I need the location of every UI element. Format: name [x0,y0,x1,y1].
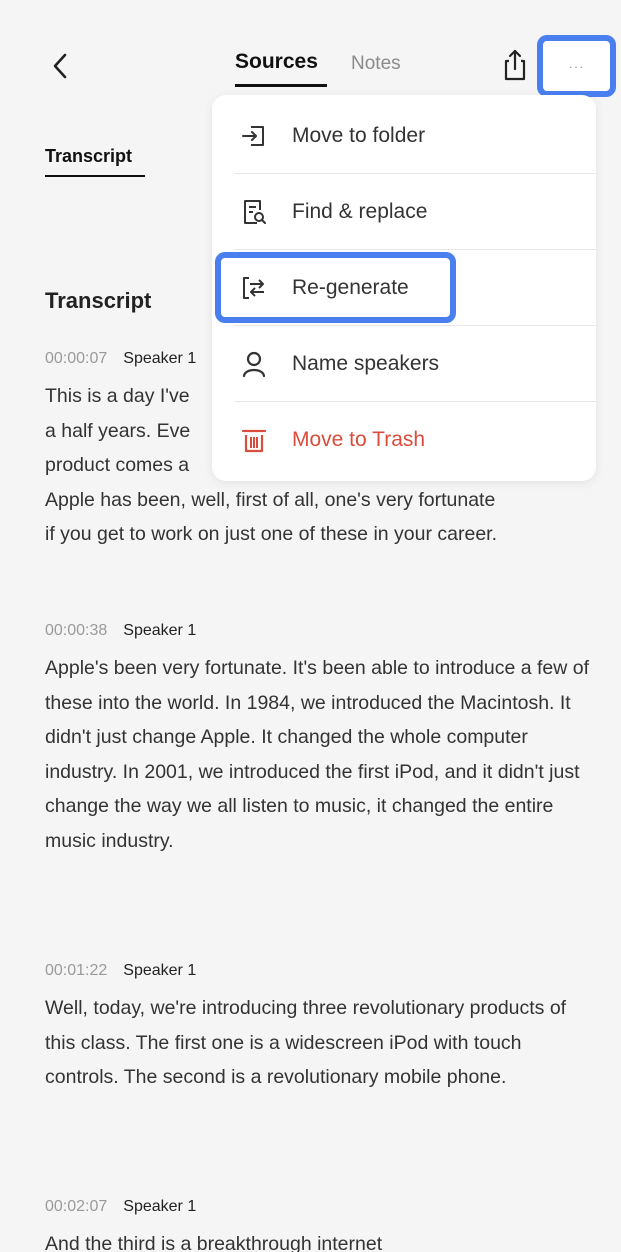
chevron-left-icon [53,53,67,79]
move-to-folder-icon [239,121,269,151]
entry-meta: 00:01:22 Speaker 1 [45,958,590,984]
more-options-button[interactable]: ··· [537,35,616,97]
timestamp[interactable]: 00:00:07 [45,350,107,368]
menu-item-move-to-trash[interactable]: Move to Trash [212,402,596,478]
speaker-name[interactable]: Speaker 1 [123,962,196,980]
timestamp[interactable]: 00:00:38 [45,622,107,640]
find-replace-icon [239,197,269,227]
menu-item-label: Move to folder [292,124,426,147]
transcript-entry: 00:00:38 Speaker 1 Apple's been very for… [45,618,590,858]
tab-sources[interactable]: Sources [235,50,318,74]
transcript-text: Well, today, we're introducing three rev… [45,997,567,1088]
entry-meta: 00:00:38 Speaker 1 [45,618,590,644]
menu-item-label: Move to Trash [292,428,426,451]
menu-item-label: Name speakers [292,352,440,375]
person-icon [239,349,269,379]
menu-item-label: Find & replace [292,200,428,223]
menu-item-find-replace[interactable]: Find & replace [212,174,596,250]
trash-icon [239,425,269,455]
timestamp[interactable]: 00:01:22 [45,962,107,980]
menu-item-name-speakers[interactable]: Name speakers [212,326,596,402]
speaker-name[interactable]: Speaker 1 [123,1198,196,1216]
active-tab-indicator [235,84,327,87]
back-button[interactable] [48,50,72,82]
timestamp[interactable]: 00:02:07 [45,1198,107,1216]
share-button[interactable] [500,48,530,82]
transcript-entry: 00:01:22 Speaker 1 Well, today, we're in… [45,958,590,1095]
share-icon [504,49,526,81]
transcript-line: Apple has been, well, first of all, one'… [45,488,496,511]
subtab-transcript[interactable]: Transcript [45,146,132,167]
section-title: Transcript [45,288,152,313]
speaker-name[interactable]: Speaker 1 [123,350,196,368]
more-icon: ··· [568,58,585,74]
transcript-entry: 00:02:07 Speaker 1 And the third is a br… [45,1194,590,1252]
entry-meta: 00:02:07 Speaker 1 [45,1194,590,1220]
top-bar: Sources Notes ··· [0,0,621,110]
speaker-name[interactable]: Speaker 1 [123,622,196,640]
transcript-text: Apple's been very fortunate. It's been a… [45,657,590,852]
subtab-indicator [45,175,145,177]
menu-item-move-to-folder[interactable]: Move to folder [212,98,596,174]
tab-notes[interactable]: Notes [351,53,401,75]
transcript-line: if you get to work on just one of these … [45,523,498,545]
regenerate-highlight [215,252,456,323]
transcript-text: And the third is a breakthrough internet [45,1233,383,1252]
